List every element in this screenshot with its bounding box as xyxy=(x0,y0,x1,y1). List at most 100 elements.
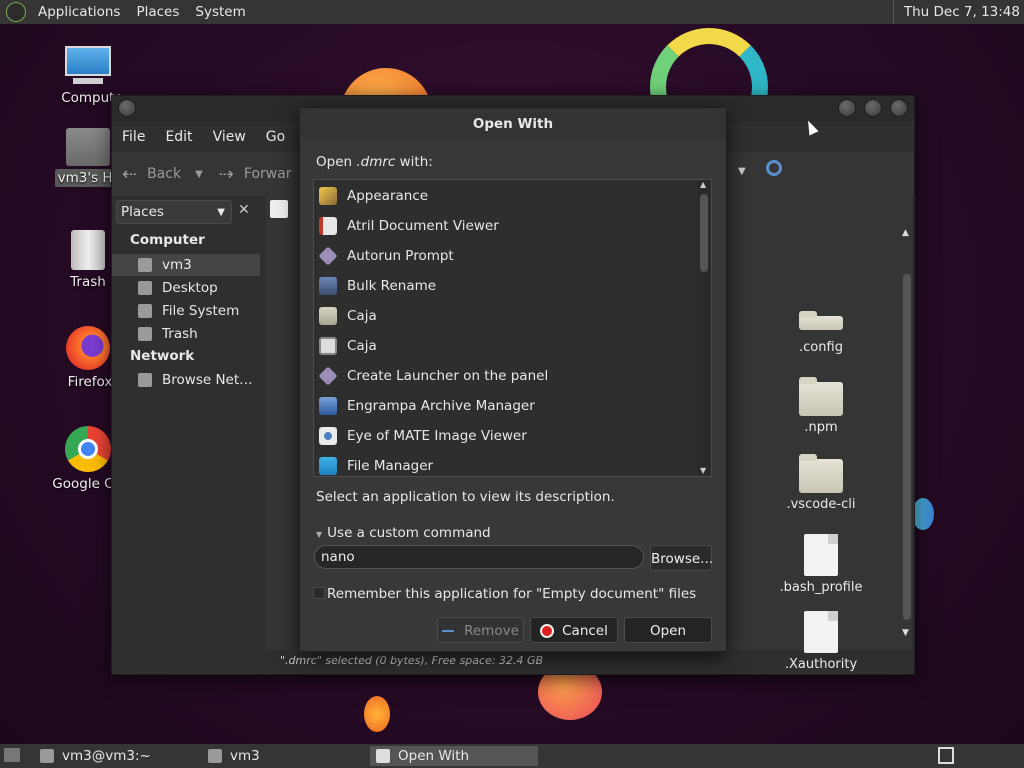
dialog-icon xyxy=(376,749,390,763)
file-name: .npm xyxy=(804,420,838,435)
remove-label: Remove xyxy=(464,623,519,639)
sidebar-item-vm3[interactable]: vm3 xyxy=(112,254,260,276)
task-file-manager[interactable]: vm3 xyxy=(202,746,366,766)
folder-icon xyxy=(799,454,843,493)
forward-button[interactable]: ⇢ Forwar xyxy=(219,164,292,185)
network-icon xyxy=(138,373,152,387)
custom-command-input[interactable]: nano xyxy=(314,545,644,569)
list-item[interactable]: Engrampa Archive Manager xyxy=(314,391,698,421)
remember-checkbox[interactable] xyxy=(313,587,325,599)
remember-label: Remember this application for "Empty doc… xyxy=(327,586,697,602)
clock[interactable]: Thu Dec 7, 13:48 xyxy=(892,0,1020,24)
search-icon[interactable] xyxy=(766,160,782,176)
custom-command-expander[interactable]: ▼ Use a custom command xyxy=(316,525,491,541)
forward-arrow-icon: ⇢ xyxy=(218,163,234,185)
app-name: Autorun Prompt xyxy=(347,248,454,264)
list-item[interactable]: Atril Document Viewer xyxy=(314,211,698,241)
file-manager-sidebar: Places ▼ ✕ Computer vm3 Desktop File Sys… xyxy=(112,196,264,650)
atril-icon xyxy=(319,217,337,235)
app-name: Engrampa Archive Manager xyxy=(347,398,535,414)
list-scroll-up-icon[interactable]: ▲ xyxy=(700,180,706,189)
file-view-scrollbar[interactable]: ▲ ▼ xyxy=(900,224,914,648)
app-name: Eye of MATE Image Viewer xyxy=(347,428,527,444)
menu-view[interactable]: View xyxy=(203,129,256,145)
sidebar-heading-network: Network xyxy=(130,348,195,364)
back-label: Back xyxy=(147,166,182,182)
edit-location-icon[interactable] xyxy=(270,200,288,218)
list-scroll-down-icon[interactable]: ▼ xyxy=(700,466,706,475)
scroll-up-icon[interactable]: ▲ xyxy=(902,228,909,238)
menu-go[interactable]: Go xyxy=(256,129,295,145)
places-selector[interactable]: Places ▼ xyxy=(116,200,232,224)
open-with-prompt: Open .dmrc with: xyxy=(316,154,433,170)
app-name: Caja xyxy=(347,308,377,324)
firefox-icon xyxy=(66,326,110,370)
mate-logo-icon xyxy=(6,2,26,22)
file-name: .bash_profile xyxy=(779,580,863,595)
app-name: File Manager xyxy=(347,458,434,474)
system-menu[interactable]: System xyxy=(187,4,253,20)
list-item[interactable]: Caja xyxy=(314,301,698,331)
cancel-button[interactable]: Cancel xyxy=(530,617,618,643)
list-item[interactable]: File Manager xyxy=(314,451,698,476)
remove-button[interactable]: Remove xyxy=(437,617,524,643)
desktop-trash-label: Trash xyxy=(70,274,106,290)
file-item[interactable]: .npm xyxy=(766,377,876,435)
toolbar-dropdown-icon[interactable]: ▼ xyxy=(738,166,746,177)
application-list-scrollbar[interactable]: ▲ ▼ xyxy=(697,180,711,476)
sidebar-item-filesystem[interactable]: File System xyxy=(112,300,260,322)
open-button[interactable]: Open xyxy=(624,617,712,643)
menu-edit[interactable]: Edit xyxy=(155,129,202,145)
places-dropdown-icon: ▼ xyxy=(217,206,225,218)
window-menu-icon[interactable] xyxy=(118,99,136,117)
open-suffix: with: xyxy=(395,154,433,170)
workspace-switcher-icon[interactable] xyxy=(938,747,954,764)
list-item[interactable]: Bulk Rename xyxy=(314,271,698,301)
file-manager-icon xyxy=(319,457,337,475)
launcher-icon xyxy=(318,366,338,386)
expander-arrow-icon: ▼ xyxy=(316,530,323,539)
list-item[interactable]: Appearance xyxy=(314,181,698,211)
sidebar-item-browse-network[interactable]: Browse Net… xyxy=(112,369,260,391)
dialog-title[interactable]: Open With xyxy=(300,108,726,140)
menu-file[interactable]: File xyxy=(112,129,155,145)
task-terminal[interactable]: vm3@vm3:~ xyxy=(34,746,198,766)
list-item[interactable]: Create Launcher on the panel xyxy=(314,361,698,391)
sidebar-item-desktop[interactable]: Desktop xyxy=(112,277,260,299)
task-label: vm3 xyxy=(230,748,260,764)
top-panel: Applications Places System Thu Dec 7, 13… xyxy=(0,0,1024,24)
file-item[interactable]: .vscode-cli xyxy=(766,454,876,512)
maximize-icon[interactable] xyxy=(864,99,882,117)
document-icon xyxy=(804,534,838,576)
folder-icon xyxy=(799,311,843,330)
file-name: .vscode-cli xyxy=(786,497,856,512)
back-dropdown-icon: ▼ xyxy=(195,168,203,180)
browse-button[interactable]: Browse... xyxy=(650,545,713,571)
scroll-down-icon[interactable]: ▼ xyxy=(902,628,909,638)
app-name: Appearance xyxy=(347,188,429,204)
places-menu[interactable]: Places xyxy=(128,4,187,20)
application-list[interactable]: Appearance Atril Document Viewer Autorun… xyxy=(313,179,712,477)
list-item[interactable]: Autorun Prompt xyxy=(314,241,698,271)
list-item[interactable]: Eye of MATE Image Viewer xyxy=(314,421,698,451)
close-icon[interactable] xyxy=(890,99,908,117)
scrollbar-thumb[interactable] xyxy=(903,274,911,620)
show-desktop-icon[interactable] xyxy=(4,748,20,762)
home-folder-icon xyxy=(208,749,222,763)
description-hint: Select an application to view its descri… xyxy=(316,489,615,505)
sidebar-item-trash[interactable]: Trash xyxy=(112,323,260,345)
minimize-icon[interactable] xyxy=(838,99,856,117)
desktop-icon xyxy=(138,281,152,295)
applications-menu[interactable]: Applications xyxy=(30,4,128,20)
autorun-icon xyxy=(318,246,338,266)
engrampa-icon xyxy=(319,397,337,415)
list-scrollbar-thumb[interactable] xyxy=(700,194,708,272)
sidebar-close-icon[interactable]: ✕ xyxy=(238,202,250,218)
custom-command-label: Use a custom command xyxy=(327,525,491,541)
back-button[interactable]: ⇠ Back ▼ xyxy=(122,164,203,185)
list-item[interactable]: Caja xyxy=(314,331,698,361)
task-open-with[interactable]: Open With xyxy=(370,746,538,766)
file-item[interactable]: .bash_profile xyxy=(766,534,876,595)
file-item[interactable]: .config xyxy=(766,311,876,355)
forward-label: Forwar xyxy=(243,166,292,182)
